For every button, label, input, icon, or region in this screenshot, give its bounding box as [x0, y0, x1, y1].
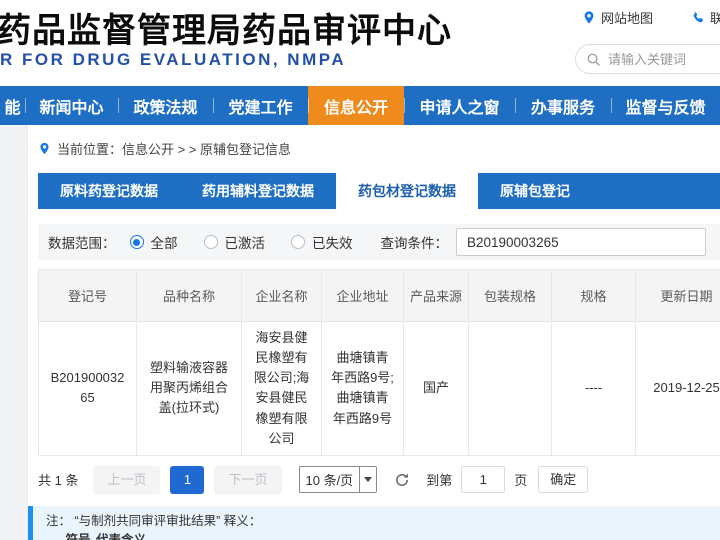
radio-activated[interactable]: 已激活 [204, 232, 266, 252]
nav-item-party[interactable]: 党建工作 [213, 86, 308, 125]
scope-radio-group: 全部 已激活 已失效 [130, 232, 353, 252]
page: 药品监督管理局药品审评中心 R FOR DRUG EVALUATION, NMP… [0, 0, 720, 540]
query-input[interactable] [456, 228, 706, 256]
page-size-value: 10 条/页 [300, 470, 360, 489]
cell-product-name: 塑料输液容器用聚丙烯组合盖(拉环式) [137, 322, 242, 456]
next-page-button[interactable]: 下一页 [214, 466, 281, 494]
radio-all[interactable]: 全部 [130, 232, 178, 252]
col-registration-no: 登记号 [39, 270, 137, 322]
col-packaging-spec: 包装规格 [469, 270, 552, 322]
query-label: 查询条件： [381, 232, 449, 252]
total-count: 共 1 条 [38, 470, 78, 489]
page-unit-label: 页 [514, 470, 527, 489]
location-pin-icon [38, 141, 51, 156]
main-nav: 能 新闻中心 政策法规 党建工作 信息公开 申请人之窗 办事服务 监督与反馈 [0, 86, 720, 125]
cell-company-name: 海安县健民橡塑有限公司;海安县健民橡塑有限公司 [242, 322, 322, 456]
nav-item-supervision[interactable]: 监督与反馈 [611, 86, 720, 125]
nav-item-services[interactable]: 办事服务 [515, 86, 611, 125]
pagination: 共 1 条 上一页 1 下一页 10 条/页 到第 页 确定 [38, 466, 720, 494]
radio-dot-icon [130, 235, 144, 249]
breadcrumb-text: 当前位置：信息公开 > > 原辅包登记信息 [57, 139, 291, 158]
radio-expired[interactable]: 已失效 [291, 232, 353, 252]
scope-label: 数据范围： [48, 232, 116, 252]
left-margin-rail [0, 125, 28, 540]
sitemap-link[interactable]: 网站地图 [582, 8, 653, 27]
tab-registration[interactable]: 原辅包登记 [478, 173, 592, 209]
radio-activated-label: 已激活 [225, 232, 266, 252]
cell-update-date: 2019-12-25 [636, 322, 720, 456]
chevron-down-icon [359, 467, 376, 492]
top-links: 网站地图 联系 [582, 8, 720, 27]
radio-all-label: 全部 [151, 232, 178, 252]
col-update-date: 更新日期 [636, 270, 720, 322]
cell-spec: ---- [552, 322, 636, 456]
cell-product-source: 国产 [404, 322, 469, 456]
refresh-button[interactable] [394, 472, 410, 488]
page-1-button[interactable]: 1 [170, 466, 204, 494]
col-product-name: 品种名称 [137, 270, 242, 322]
location-pin-icon [582, 10, 596, 25]
site-title: 药品监督管理局药品审评中心 [0, 3, 452, 52]
results-table: 登记号 品种名称 企业名称 企业地址 产品来源 包装规格 规格 更新日期 B20… [38, 269, 720, 456]
goto-page-input[interactable] [461, 466, 505, 493]
note-symbol-header: 符号 [60, 532, 96, 540]
cell-packaging-spec [469, 322, 552, 456]
tab-api-data[interactable]: 原料药登记数据 [38, 173, 180, 209]
search-icon [586, 52, 601, 67]
radio-dot-icon [204, 235, 218, 249]
note-header-row: 符号 代表含义 [60, 532, 708, 540]
note-box: 注： “与制剂共同审评审批结果” 释义： 符号 代表含义 A 已批准在上市制剂使… [28, 506, 720, 540]
site-search[interactable] [575, 44, 720, 74]
nav-item-cutoff[interactable]: 能 [0, 86, 25, 125]
table-row: B20190003265 塑料输液容器用聚丙烯组合盖(拉环式) 海安县健民橡塑有… [39, 322, 720, 456]
site-header: 药品监督管理局药品审评中心 R FOR DRUG EVALUATION, NMP… [0, 0, 720, 86]
contact-link-label: 联系 [710, 8, 720, 27]
tab-excipient-data[interactable]: 药用辅料登记数据 [180, 173, 336, 209]
page-size-select[interactable]: 10 条/页 [299, 466, 378, 493]
phone-icon [691, 11, 705, 25]
sitemap-link-label: 网站地图 [601, 8, 653, 27]
nav-item-info-disclosure[interactable]: 信息公开 [308, 86, 404, 125]
cell-company-address: 曲塘镇青年西路9号;曲塘镇青年西路9号 [322, 322, 404, 456]
radio-expired-label: 已失效 [312, 232, 353, 252]
table-header-row: 登记号 品种名称 企业名称 企业地址 产品来源 包装规格 规格 更新日期 [39, 270, 720, 322]
contact-link[interactable]: 联系 [691, 8, 720, 27]
note-meaning-header: 代表含义 [96, 532, 146, 540]
nav-item-policy[interactable]: 政策法规 [118, 86, 213, 125]
search-input[interactable] [608, 52, 708, 67]
data-tabs: 原料药登记数据 药用辅料登记数据 药包材登记数据 原辅包登记 [38, 173, 720, 209]
breadcrumb: 当前位置：信息公开 > > 原辅包登记信息 [28, 125, 720, 167]
col-product-source: 产品来源 [404, 270, 469, 322]
col-spec: 规格 [552, 270, 636, 322]
col-company-address: 企业地址 [322, 270, 404, 322]
note-title: 注： “与制剂共同审评审批结果” 释义： [46, 513, 708, 530]
confirm-button[interactable]: 确定 [538, 466, 588, 493]
site-subtitle: R FOR DRUG EVALUATION, NMPA [0, 50, 346, 70]
nav-item-news[interactable]: 新闻中心 [25, 86, 118, 125]
prev-page-button[interactable]: 上一页 [93, 466, 160, 494]
refresh-icon [394, 472, 410, 488]
nav-item-applicant-window[interactable]: 申请人之窗 [404, 86, 515, 125]
filter-bar: 数据范围： 全部 已激活 已失效 查询条件： [38, 224, 720, 260]
radio-dot-icon [291, 235, 305, 249]
col-company-name: 企业名称 [242, 270, 322, 322]
cell-registration-no: B20190003265 [39, 322, 137, 456]
content-area: 原料药登记数据 药用辅料登记数据 药包材登记数据 原辅包登记 数据范围： 全部 … [28, 173, 720, 540]
goto-label: 到第 [426, 470, 452, 489]
tab-packaging-data[interactable]: 药包材登记数据 [336, 173, 478, 209]
